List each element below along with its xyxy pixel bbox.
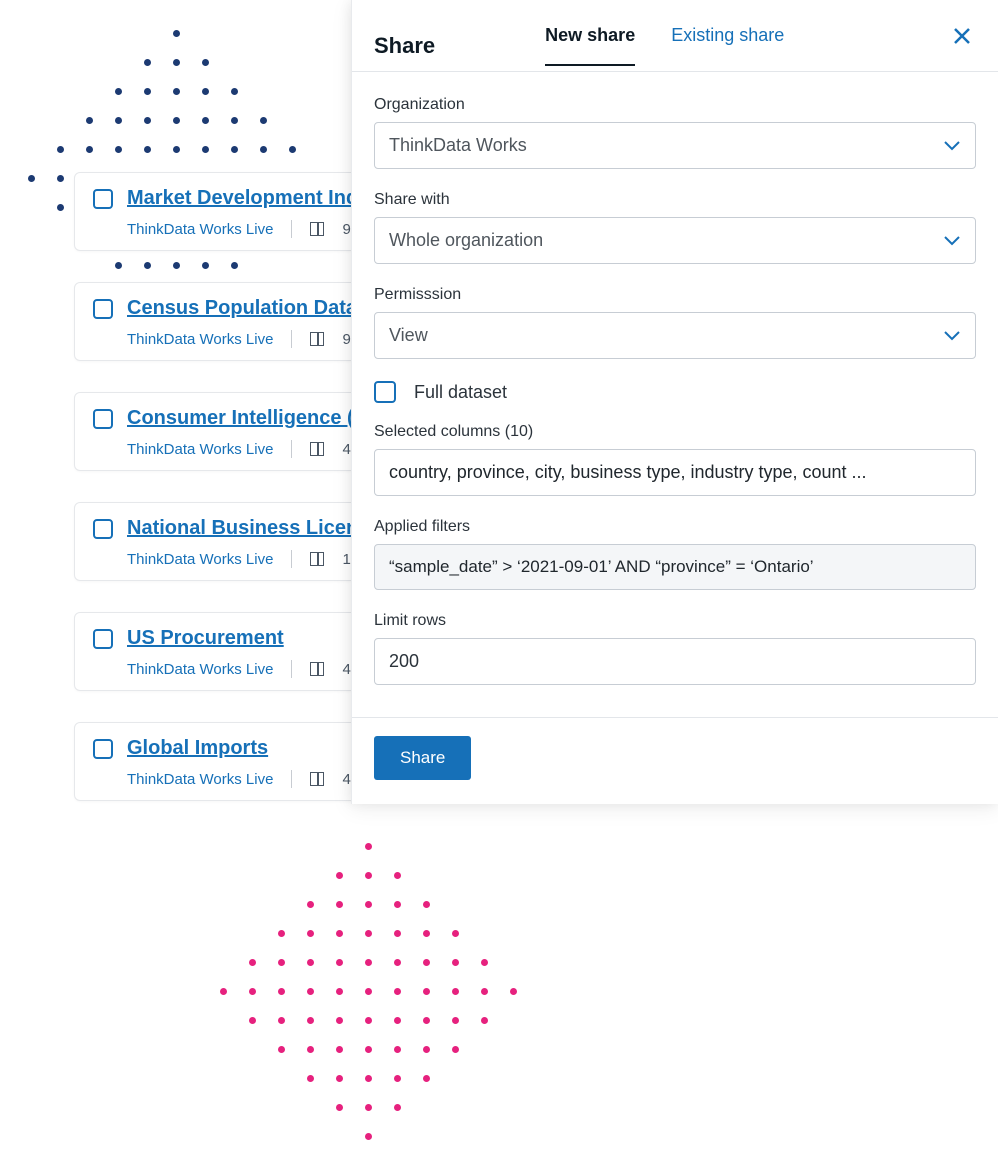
decorative-dots-pink — [220, 843, 528, 1151]
close-button[interactable] — [948, 22, 976, 50]
modal-body: Organization ThinkData Works Share with … — [352, 72, 998, 717]
dataset-meta-num: 4 — [342, 441, 350, 458]
columns-icon — [310, 772, 324, 786]
dataset-checkbox[interactable] — [93, 519, 113, 539]
selected-columns-field: Selected columns (10) country, province,… — [374, 423, 976, 496]
dataset-org: ThinkData Works Live — [127, 551, 273, 568]
dataset-meta-num: 4 — [342, 661, 350, 678]
modal-footer: Share — [352, 717, 998, 804]
dataset-org: ThinkData Works Live — [127, 771, 273, 788]
dataset-checkbox[interactable] — [93, 299, 113, 319]
columns-icon — [310, 662, 324, 676]
organization-field: Organization ThinkData Works — [374, 96, 976, 169]
applied-filters-label: Applied filters — [374, 518, 976, 536]
columns-icon — [310, 552, 324, 566]
dataset-checkbox[interactable] — [93, 739, 113, 759]
selected-columns-box[interactable]: country, province, city, business type, … — [374, 449, 976, 496]
tab-existing-share[interactable]: Existing share — [671, 25, 784, 66]
divider — [291, 550, 292, 568]
organization-select[interactable]: ThinkData Works — [374, 122, 976, 169]
full-dataset-checkbox[interactable] — [374, 381, 396, 403]
chevron-down-icon — [943, 235, 961, 247]
applied-filters-box: “sample_date” > ‘2021-09-01’ AND “provin… — [374, 544, 976, 590]
applied-filters-field: Applied filters “sample_date” > ‘2021-09… — [374, 518, 976, 590]
permission-label: Permisssion — [374, 286, 976, 304]
dataset-title[interactable]: Market Development Index — [127, 187, 380, 210]
limit-rows-label: Limit rows — [374, 612, 976, 630]
share-with-value: Whole organization — [389, 230, 543, 251]
organization-label: Organization — [374, 96, 976, 114]
share-modal: Share New share Existing share Organizat… — [351, 0, 998, 804]
permission-field: Permisssion View — [374, 286, 976, 359]
applied-filters-value: “sample_date” > ‘2021-09-01’ AND “provin… — [389, 557, 814, 577]
dataset-title[interactable]: Census Population Data — [127, 297, 357, 320]
organization-value: ThinkData Works — [389, 135, 527, 156]
columns-icon — [310, 222, 324, 236]
share-with-label: Share with — [374, 191, 976, 209]
chevron-down-icon — [943, 140, 961, 152]
selected-columns-value: country, province, city, business type, … — [389, 462, 867, 483]
share-with-select[interactable]: Whole organization — [374, 217, 976, 264]
limit-rows-field: Limit rows — [374, 612, 976, 685]
permission-select[interactable]: View — [374, 312, 976, 359]
dataset-org: ThinkData Works Live — [127, 331, 273, 348]
dataset-checkbox[interactable] — [93, 189, 113, 209]
limit-rows-input-box[interactable] — [374, 638, 976, 685]
divider — [291, 660, 292, 678]
dataset-meta-num: 9 — [342, 221, 350, 238]
permission-value: View — [389, 325, 428, 346]
full-dataset-label: Full dataset — [414, 382, 507, 403]
limit-rows-input[interactable] — [389, 651, 961, 672]
dataset-checkbox[interactable] — [93, 409, 113, 429]
chevron-down-icon — [943, 330, 961, 342]
dataset-meta-num: 9 — [342, 331, 350, 348]
modal-header: Share New share Existing share — [352, 0, 998, 72]
divider — [291, 330, 292, 348]
dataset-meta-num: 4 — [342, 771, 350, 788]
tabs: New share Existing share — [545, 25, 784, 66]
dataset-title[interactable]: US Procurement — [127, 627, 284, 650]
divider — [291, 220, 292, 238]
dataset-title[interactable]: Global Imports — [127, 737, 268, 760]
tab-new-share[interactable]: New share — [545, 25, 635, 66]
dataset-org: ThinkData Works Live — [127, 221, 273, 238]
columns-icon — [310, 442, 324, 456]
divider — [291, 440, 292, 458]
columns-icon — [310, 332, 324, 346]
share-button[interactable]: Share — [374, 736, 471, 780]
modal-title: Share — [374, 33, 435, 59]
divider — [291, 770, 292, 788]
full-dataset-row: Full dataset — [374, 381, 976, 403]
dataset-title[interactable]: Consumer Intelligence (agg — [127, 407, 389, 430]
dataset-meta-num: 1 — [342, 551, 350, 568]
dataset-checkbox[interactable] — [93, 629, 113, 649]
share-with-field: Share with Whole organization — [374, 191, 976, 264]
dataset-org: ThinkData Works Live — [127, 661, 273, 678]
selected-columns-label: Selected columns (10) — [374, 423, 976, 441]
close-icon — [952, 26, 972, 46]
dataset-org: ThinkData Works Live — [127, 441, 273, 458]
